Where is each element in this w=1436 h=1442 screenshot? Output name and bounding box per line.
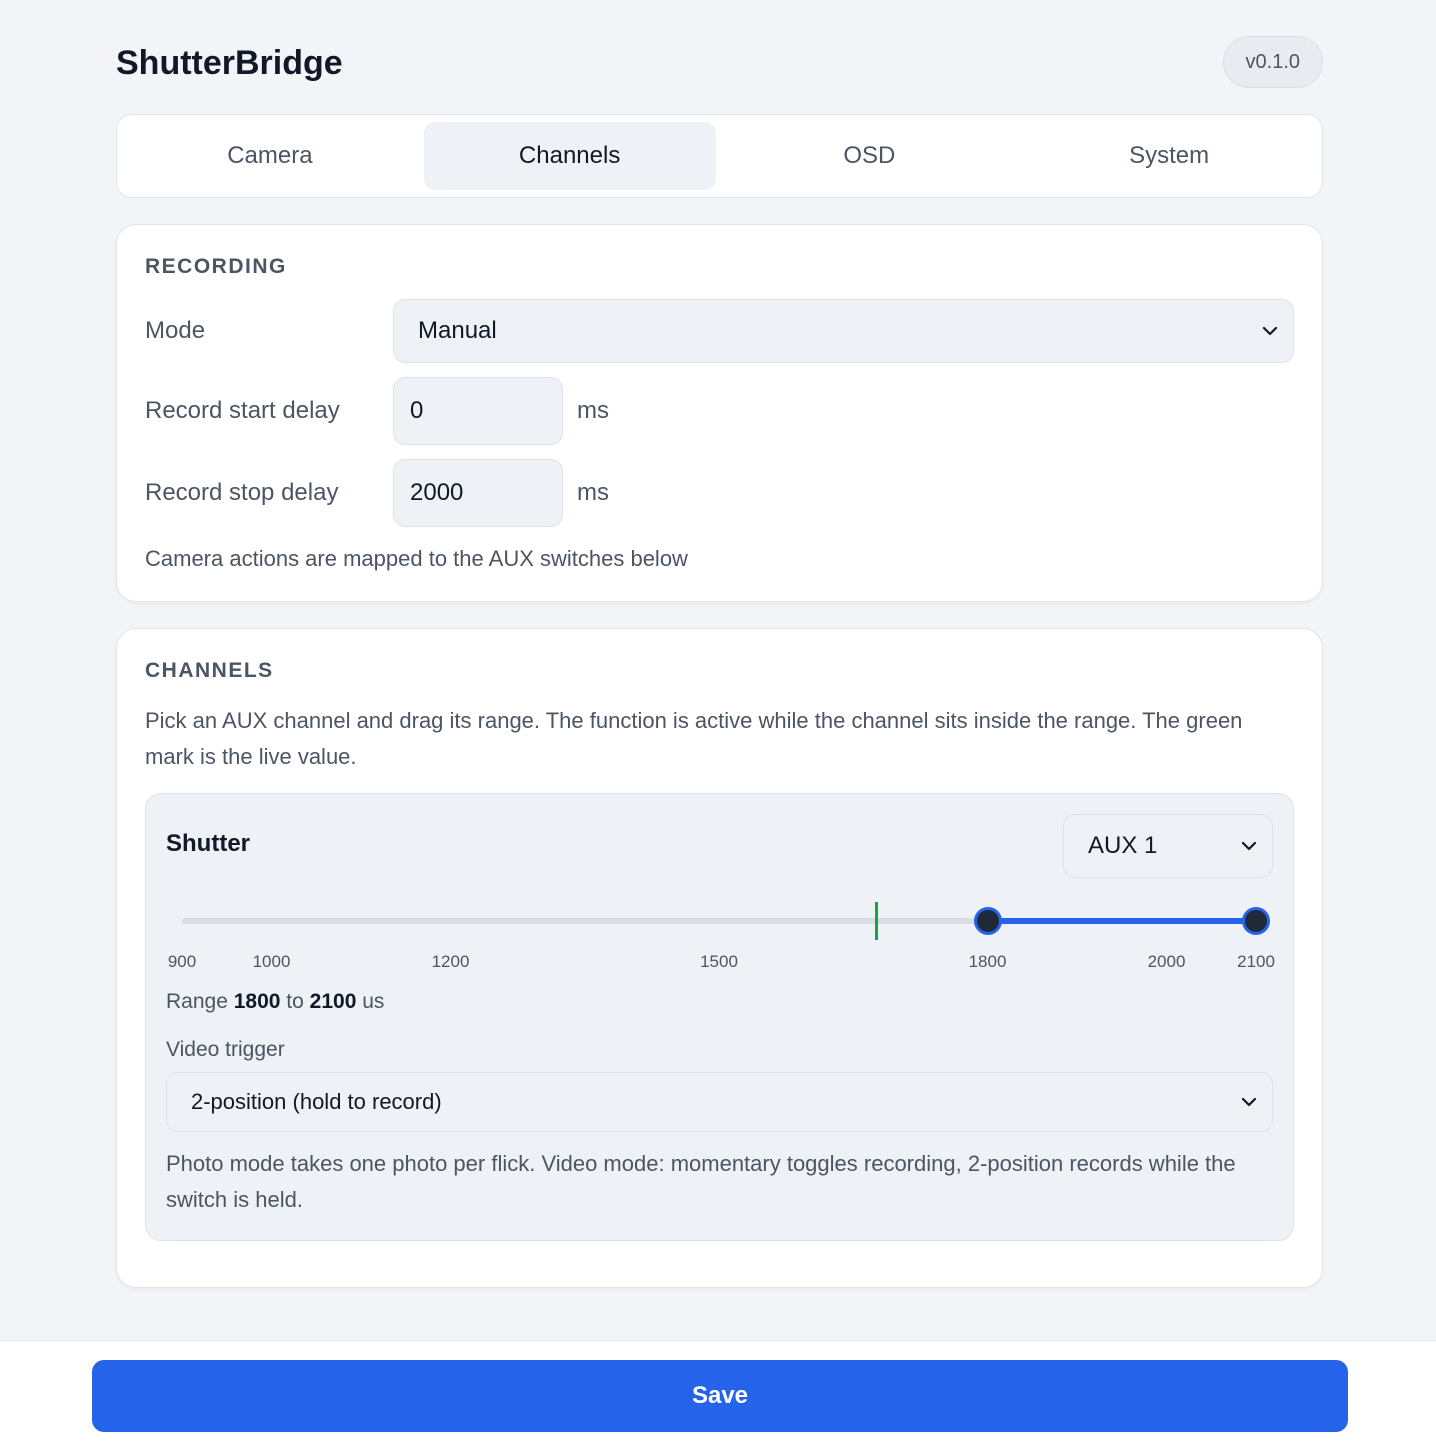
tick-label: 2100 <box>1237 952 1275 971</box>
recording-card: RECORDING Mode Manual Record start delay… <box>116 224 1323 602</box>
live-value-mark <box>874 902 878 940</box>
tab-bar: Camera Channels OSD System <box>116 114 1323 198</box>
footer-bar: Save <box>0 1340 1436 1442</box>
video-trigger-label: Video trigger <box>166 1038 285 1061</box>
shutter-header: Shutter AUX 1 <box>166 814 1273 878</box>
range-prefix: Range <box>166 990 228 1013</box>
range-high-value: 2100 <box>309 990 357 1013</box>
tick-label: 1000 <box>252 952 291 971</box>
start-delay-input[interactable] <box>393 377 563 445</box>
chevron-down-icon <box>1241 841 1257 851</box>
mode-label: Mode <box>145 317 206 344</box>
range-unit: us <box>362 990 385 1013</box>
shutter-hint: Photo mode takes one photo per flick. Vi… <box>166 1151 1236 1212</box>
recording-section-title: RECORDING <box>145 255 287 278</box>
mode-select[interactable]: Manual <box>393 299 1294 363</box>
start-delay-row: Record start delay ms <box>145 377 1294 445</box>
range-high-handle[interactable] <box>1242 907 1270 935</box>
channels-card: CHANNELS Pick an AUX channel and drag it… <box>116 628 1323 1288</box>
start-delay-label: Record start delay <box>145 397 340 424</box>
range-to: to <box>286 990 304 1013</box>
stop-delay-unit: ms <box>577 479 609 506</box>
tick-label: 900 <box>167 952 197 971</box>
video-trigger-select[interactable]: 2-position (hold to record) <box>166 1072 1273 1132</box>
start-delay-unit: ms <box>577 397 609 424</box>
shutter-card: Shutter AUX 1 900 1000 1200 1500 1800 20… <box>145 793 1294 1241</box>
chevron-down-icon <box>1241 1097 1257 1107</box>
stop-delay-row: Record stop delay ms <box>145 459 1294 527</box>
tab-osd[interactable]: OSD <box>724 122 1016 190</box>
aux-channel-select[interactable]: AUX 1 <box>1063 814 1273 878</box>
tab-channels[interactable]: Channels <box>423 122 716 190</box>
stop-delay-label: Record stop delay <box>145 479 339 506</box>
tick-label: 2000 <box>1147 952 1186 971</box>
range-low-value: 1800 <box>233 990 281 1013</box>
range-readout: Range 1800 to 2100 us <box>166 990 1273 1014</box>
stop-delay-input[interactable] <box>393 459 563 527</box>
app-title: ShutterBridge <box>116 44 343 82</box>
aux-select-value: AUX 1 <box>1088 832 1158 859</box>
tick-label: 1800 <box>968 952 1007 971</box>
range-low-handle[interactable] <box>973 907 1002 935</box>
mode-row: Mode Manual <box>145 299 1294 363</box>
tab-camera[interactable]: Camera <box>124 122 416 190</box>
channels-section-title: CHANNELS <box>145 659 274 682</box>
shutter-title: Shutter <box>166 830 250 857</box>
save-button[interactable]: Save <box>92 1360 1348 1432</box>
chevron-down-icon <box>1262 326 1278 336</box>
settings-page: ShutterBridge v0.1.0 Camera Channels OSD… <box>116 0 1323 1288</box>
tick-label: 1200 <box>431 952 470 971</box>
tick-label: 1500 <box>700 952 738 971</box>
video-trigger-value: 2-position (hold to record) <box>191 1089 442 1114</box>
channels-description: Pick an AUX channel and drag its range. … <box>145 708 1243 769</box>
recording-hint: Camera actions are mapped to the AUX swi… <box>145 546 688 571</box>
mode-select-value: Manual <box>418 317 497 344</box>
range-slider[interactable]: 900 1000 1200 1500 1800 2000 2100 <box>166 878 1275 982</box>
version-badge: v0.1.0 <box>1222 36 1323 88</box>
tab-system[interactable]: System <box>1023 122 1315 190</box>
header: ShutterBridge v0.1.0 <box>116 0 1323 114</box>
slider-range-fill <box>987 918 1256 924</box>
